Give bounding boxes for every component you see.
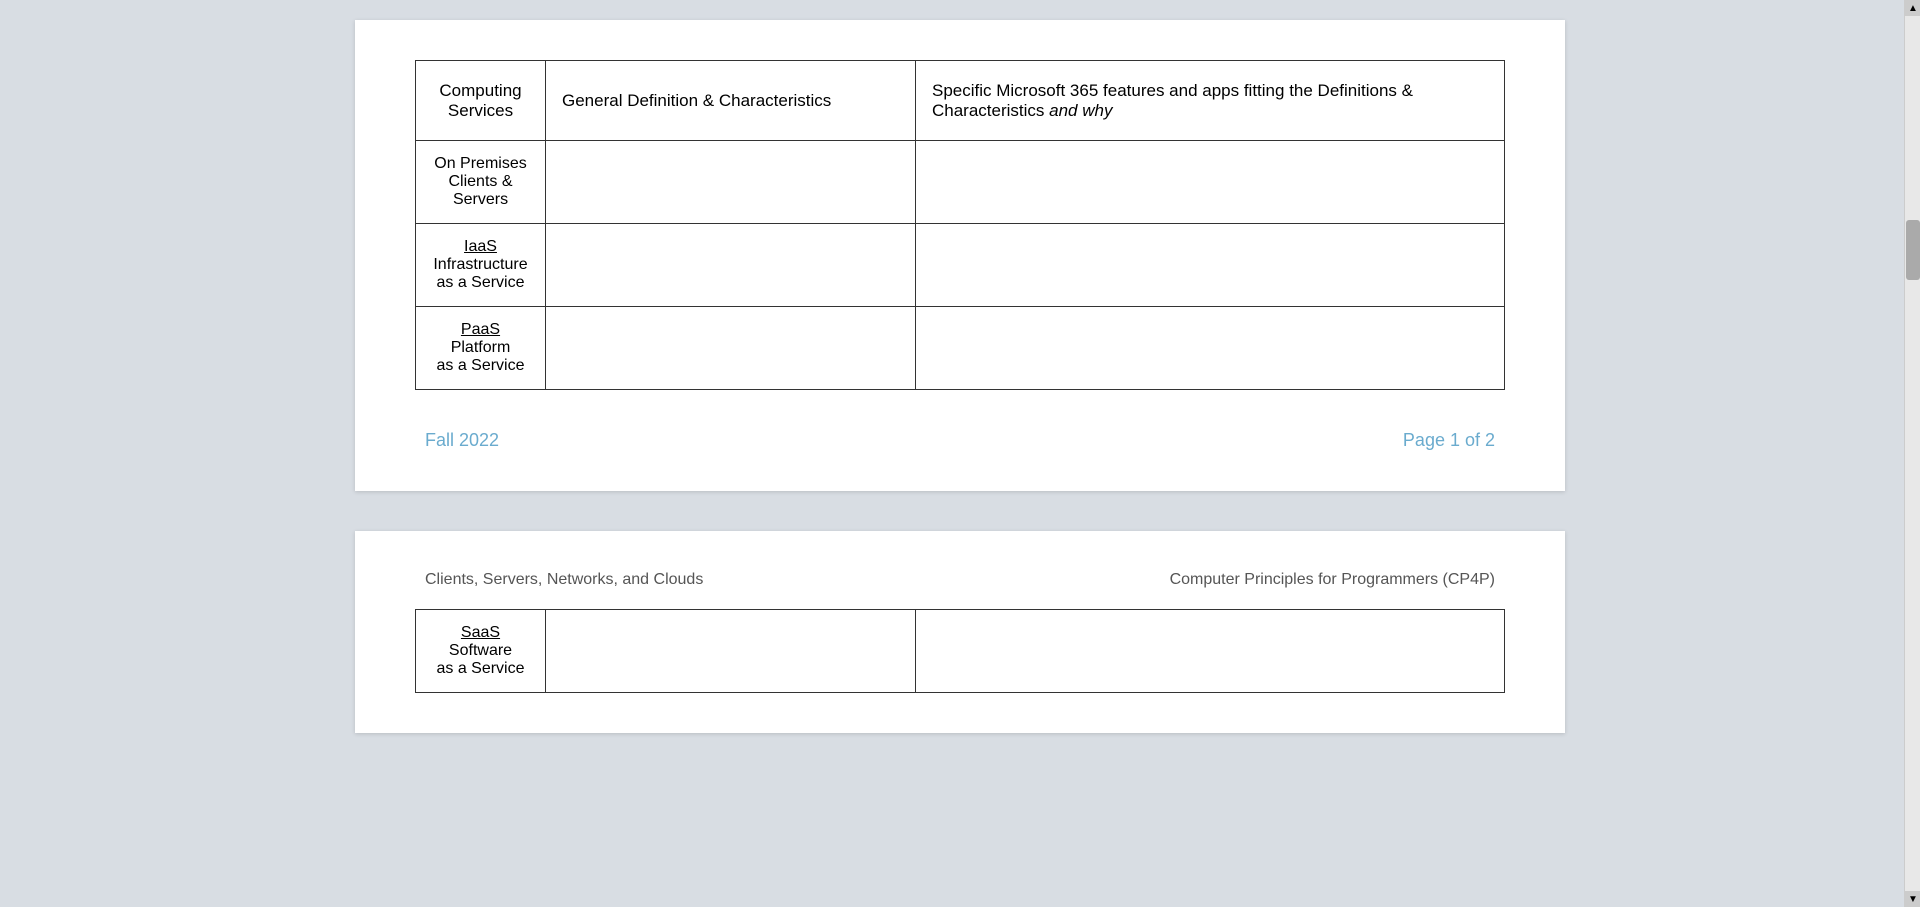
service-cell-onprem: On PremisesClients &Servers [416,141,546,224]
footer-right: Page 1 of 2 [1403,430,1495,451]
page2-header: Clients, Servers, Networks, and Clouds C… [415,571,1505,589]
page1-footer: Fall 2022 Page 1 of 2 [415,430,1505,451]
header-col-general: General Definition & Characteristics [546,61,916,141]
table-header-row: Computing Services General Definition & … [416,61,1505,141]
page2-header-left: Clients, Servers, Networks, and Clouds [425,571,703,589]
main-table-page1: Computing Services General Definition & … [415,60,1505,390]
specific-cell-onprem [916,141,1505,224]
general-cell-onprem [546,141,916,224]
specific-cell-saas [916,610,1505,693]
page2-header-right: Computer Principles for Programmers (CP4… [1170,571,1495,589]
service-label-paas-underline: PaaS [461,321,500,338]
specific-cell-paas [916,307,1505,390]
scrollbar-track: ▲ ▼ [1904,0,1920,907]
specific-cell-iaas [916,224,1505,307]
page-2: Clients, Servers, Networks, and Clouds C… [355,531,1565,733]
header-specific-text: Specific Microsoft 365 features and apps… [932,81,1413,120]
header-col-service: Computing Services [416,61,546,141]
scrollbar-thumb[interactable] [1906,220,1920,280]
general-cell-iaas [546,224,916,307]
general-cell-saas [546,610,916,693]
table-row: SaaS Softwareas a Service [416,610,1505,693]
header-col-specific: Specific Microsoft 365 features and apps… [916,61,1505,141]
footer-left: Fall 2022 [425,430,499,451]
table-row: On PremisesClients &Servers [416,141,1505,224]
scrollbar-arrow-up[interactable]: ▲ [1905,0,1920,16]
page-1: Computing Services General Definition & … [355,20,1565,491]
table-row: IaaS Infrastructureas a Service [416,224,1505,307]
main-table-page2: SaaS Softwareas a Service [415,609,1505,693]
scrollbar-arrow-down[interactable]: ▼ [1905,891,1920,907]
service-label-onprem: On PremisesClients &Servers [434,155,526,208]
general-cell-paas [546,307,916,390]
table-row: PaaS Platformas a Service [416,307,1505,390]
service-label-saas-underline: SaaS [461,624,500,641]
service-label-paas-text: Platformas a Service [436,339,524,374]
service-label-iaas-text: Infrastructureas a Service [433,256,527,291]
service-cell-saas: SaaS Softwareas a Service [416,610,546,693]
header-specific-italic: and why [1049,101,1112,120]
service-cell-paas: PaaS Platformas a Service [416,307,546,390]
service-cell-iaas: IaaS Infrastructureas a Service [416,224,546,307]
service-label-iaas-underline: IaaS [464,238,497,255]
service-label-saas-text: Softwareas a Service [436,642,524,677]
